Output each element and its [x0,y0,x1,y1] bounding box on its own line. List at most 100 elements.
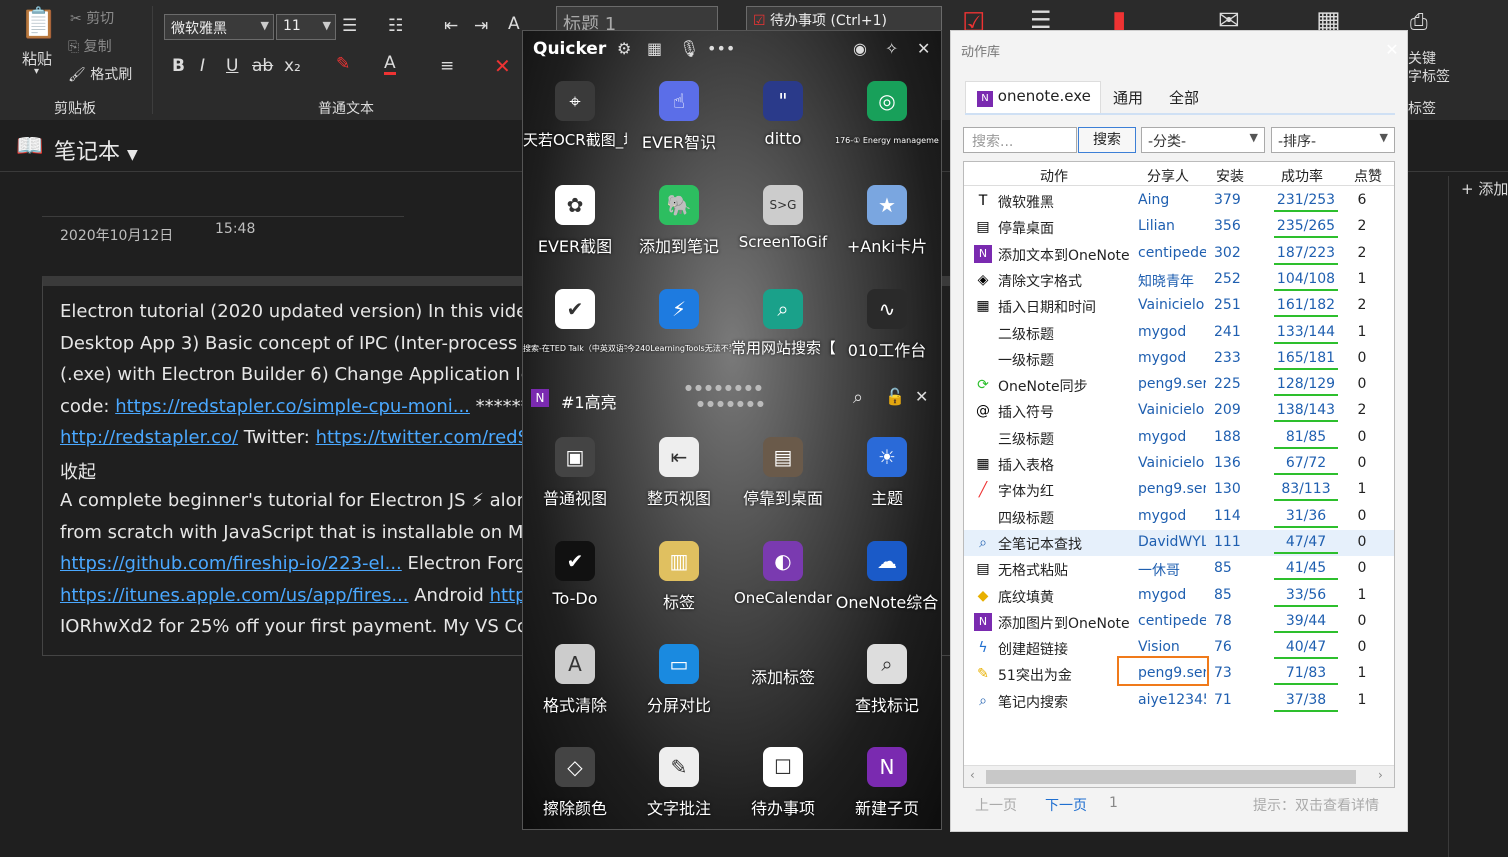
quicker-action[interactable]: ✎ 文字批注 [627,737,731,829]
quicker-action[interactable]: ☐ 待办事项 [731,737,835,829]
gear-icon[interactable]: ⚙ [617,39,631,58]
table-row[interactable]: 一级标题 mygod 233 165/181 0 [964,346,1394,372]
underline-icon[interactable]: U [226,56,238,76]
search-input[interactable]: 搜索... [963,127,1077,153]
sort-select[interactable]: -排序- ▼ [1271,127,1395,153]
note-line[interactable]: (.exe) with Electron Builder 6) Change A… [60,364,542,385]
action-author[interactable]: peng9.seri [1138,481,1206,497]
note-line[interactable]: https://itunes.apple.com/us/app/fires...… [60,585,536,606]
tab-general[interactable]: 通用 [1113,87,1143,108]
notebook-dropdown[interactable]: 笔记本 ▼ [54,134,138,166]
table-row[interactable]: ▤ 无格式粘贴 一休哥 85 41/45 0 [964,556,1394,582]
col-action[interactable]: 动作 [1004,166,1104,186]
italic-icon[interactable]: I [200,56,205,76]
table-row[interactable]: 二级标题 mygod 241 133/144 1 [964,320,1394,346]
quicker-action[interactable]: A 格式清除 [523,634,627,734]
search-icon[interactable]: ⌕ [853,387,863,408]
quicker-action[interactable]: ⌕ 查找标记 [835,634,939,734]
action-author[interactable]: Vainicielo [1138,402,1206,418]
horizontal-scrollbar[interactable]: ‹ › [964,765,1394,787]
table-row[interactable]: ▦ 插入表格 Vainicielo 136 67/72 0 [964,451,1394,477]
quicker-action[interactable]: ✔ To-Do [523,531,627,631]
note-line[interactable]: Desktop App 3) Basic concept of IPC (Int… [60,333,533,354]
action-author[interactable]: centipede [1138,613,1206,629]
col-installs[interactable]: 安装 [1208,166,1252,186]
quicker-action[interactable]: ▥ 标签 [627,531,731,631]
table-row[interactable]: 三级标题 mygod 188 81/85 0 [964,425,1394,451]
table-row[interactable]: ▤ 停靠桌面 Lilian 356 235/265 2 [964,214,1394,240]
tab-all[interactable]: 全部 [1169,87,1199,108]
action-author[interactable]: Vainicielo [1138,455,1206,471]
note-line[interactable]: https://github.com/fireship-io/223-el...… [60,553,526,574]
outdent-icon[interactable]: ⇤ [444,16,458,36]
close-icon[interactable]: ✕ [1381,39,1403,61]
numbering-icon[interactable]: ☷ [388,16,403,36]
quicker-action[interactable]: ★ +Anki卡片 [835,175,939,275]
search-button[interactable]: 搜索 [1078,127,1136,153]
col-likes[interactable]: 点赞 [1346,166,1390,186]
quicker-action[interactable]: ⇤ 整页视图 [627,427,731,527]
tab-onenote[interactable]: N onenote.exe [977,87,1091,107]
itunes-link[interactable]: https://itunes.apple.com/us/app/fires... [60,585,409,606]
quicker-action[interactable]: 添加标签 [731,634,835,734]
col-author[interactable]: 分享人 [1132,166,1204,186]
table-row[interactable]: T 微软雅黑 Aing 379 231/253 6 [964,188,1394,214]
action-author[interactable]: centipede [1138,245,1206,261]
paste-dropdown-icon[interactable]: ▾ [34,66,39,77]
quicker-action[interactable]: ◎ 176-① Energy management | 能力管理 [835,71,939,171]
more-icon[interactable]: ••• [707,39,735,58]
table-row[interactable]: 四级标题 mygod 114 31/36 0 [964,504,1394,530]
action-author[interactable]: Vision [1138,639,1206,655]
table-row[interactable]: ▦ 插入日期和时间 Vainicielo 251 161/182 2 [964,293,1394,319]
quicker-action[interactable]: ☀ 主题 [835,427,939,527]
note-line[interactable]: A complete beginner's tutorial for Elect… [60,490,528,511]
note-line[interactable]: IORhwXd2 for 25% off your first payment.… [60,616,528,637]
key-tags-label-2[interactable]: 字标签 [1408,66,1450,86]
action-author[interactable]: Aing [1138,192,1206,208]
indent-icon[interactable]: ⇥ [474,16,488,36]
action-author[interactable]: DavidWYL [1138,534,1206,550]
user-icon[interactable]: ◉ [853,39,867,58]
col-rate[interactable]: 成功率 [1270,166,1334,186]
quicker-action[interactable]: ⚡ 今240LearningTools无法不到的 [627,279,731,379]
quicker-action[interactable]: ✔ 搜索-在TED Talk（中英双语字幕+TED原官网双语）搜索 [523,279,627,379]
table-row[interactable]: ◈ 清除文字格式 知晓青年 252 104/108 1 [964,267,1394,293]
quicker-action[interactable]: S>G ScreenToGif [731,175,835,275]
table-row[interactable]: N 添加文本到OneNote centipede 302 187/223 2 [964,241,1394,267]
align-icon[interactable]: ≡ [440,56,454,76]
quicker-action[interactable]: ▭ 分屏对比 [627,634,731,734]
next-page-button[interactable]: 下一页 [1045,795,1087,815]
table-row[interactable]: N 添加图片到OneNote centipede 78 39/44 0 [964,609,1394,635]
quicker-action[interactable]: 🐘 添加到笔记 [627,175,731,275]
styles-gallery[interactable]: 标题 1 [556,6,718,35]
quicker-action[interactable]: ▤ 停靠到桌面 [731,427,835,527]
table-row[interactable]: ╱ 字体为红 peng9.seri 130 83/113 1 [964,477,1394,503]
quicker-action[interactable]: " ditto [731,71,835,171]
format-painter-button[interactable]: 🖌 格式刷 [68,64,132,84]
quicker-action[interactable]: ⌖ 天若OCR截图_增强 [523,71,627,171]
table-row[interactable]: ⌕ 全笔记本查找 DavidWYL 111 47/47 0 [964,529,1394,556]
bullets-icon[interactable]: ☰ [342,16,357,36]
clear-icon[interactable]: ✕ [494,54,511,78]
quicker-action[interactable]: ☁ OneNote综合 [835,531,939,631]
action-author[interactable]: mygod [1138,429,1206,445]
action-author[interactable]: mygod [1138,587,1206,603]
paste-icon[interactable]: 📋 [20,6,57,41]
quicker-action[interactable]: ◇ 擦除颜色 [523,737,627,829]
strikethrough-icon[interactable]: ab [252,56,273,76]
cut-button[interactable]: ✂ 剪切 [70,8,114,28]
action-author[interactable]: Vainicielo [1138,297,1206,313]
bold-icon[interactable]: B [172,56,185,76]
scroll-thumb[interactable] [986,770,1356,784]
note-line[interactable]: from scratch with JavaScript that is ins… [60,522,544,543]
action-author[interactable]: 知晓青年 [1138,271,1206,291]
action-author[interactable]: peng9.seri [1138,376,1206,392]
qrcode-icon[interactable]: ▦ [647,39,662,58]
action-author[interactable]: mygod [1138,508,1206,524]
quicker-action[interactable]: ▣ 普通视图 [523,427,627,527]
table-row[interactable]: ◆ 底纹填黄 mygod 85 33/56 1 [964,583,1394,609]
close-icon[interactable]: ✕ [917,39,930,58]
quicker-action[interactable]: N 新建子页 [835,737,939,829]
note-line[interactable]: Electron tutorial (2020 updated version)… [60,301,538,322]
action-author[interactable]: Lilian [1138,218,1206,234]
